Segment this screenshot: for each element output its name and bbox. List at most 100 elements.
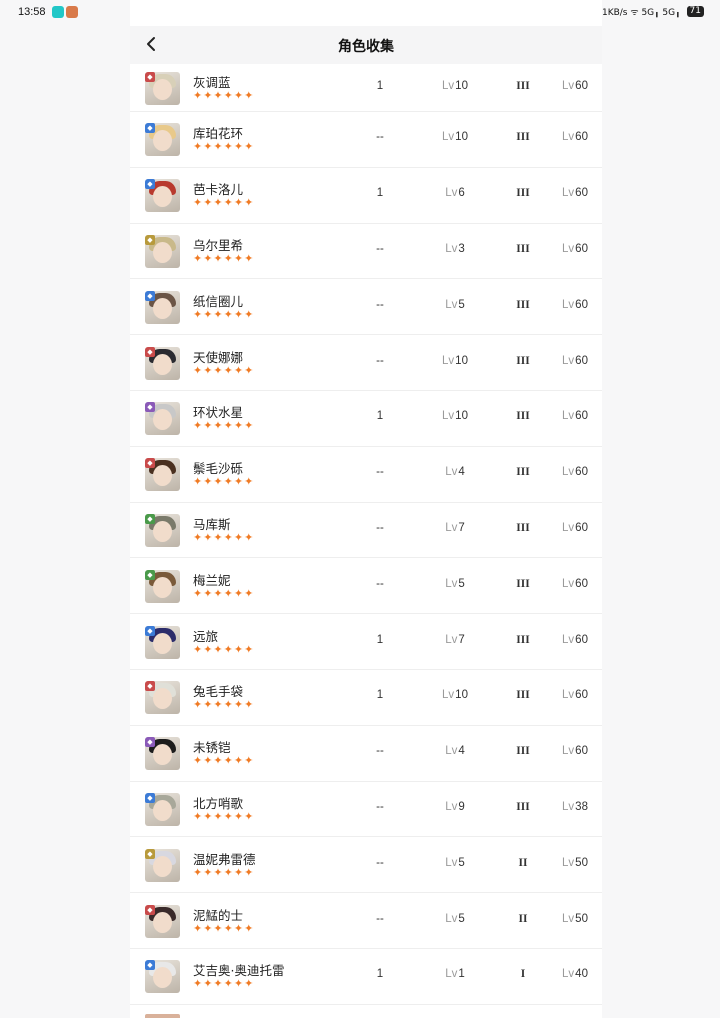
- lv-prefix: Lv: [562, 298, 575, 311]
- character-row[interactable]: ◆ 艾吉奥·奥迪托雷 ✦✦✦✦✦✦ 1 Lv1 I Lv40: [130, 949, 602, 1005]
- avatar-face: [153, 130, 172, 152]
- count-value: --: [376, 577, 384, 590]
- max-level-number: 60: [575, 298, 588, 311]
- rank-value: III: [516, 521, 530, 534]
- rank-value: III: [516, 242, 530, 255]
- count-value: --: [376, 745, 384, 758]
- class-icon: ◆: [145, 625, 155, 636]
- character-row[interactable]: ◆ 泥鯭的士 ✦✦✦✦✦✦ -- Lv5 II Lv50: [130, 893, 602, 949]
- app-notification-icon: [52, 6, 64, 18]
- character-row[interactable]: ◆ 鬃毛沙砾 ✦✦✦✦✦✦ -- Lv4 III Lv60: [130, 447, 602, 503]
- avatar-face: [153, 911, 172, 933]
- rank-value: III: [516, 689, 530, 702]
- character-row[interactable]: ◆ 北方哨歌 ✦✦✦✦✦✦ -- Lv9 III Lv38: [130, 782, 602, 838]
- lv-prefix: Lv: [562, 187, 575, 200]
- max-level-number: 60: [575, 79, 588, 92]
- lv-prefix: Lv: [562, 912, 575, 925]
- avatar-face: [153, 576, 172, 598]
- class-icon: ◆: [145, 569, 155, 580]
- lv-prefix: Lv: [562, 689, 575, 702]
- max-level-value: Lv60: [550, 80, 600, 92]
- character-row[interactable]: ◆ 芭卡洛儿 ✦✦✦✦✦✦ 1 Lv6 III Lv60: [130, 168, 602, 224]
- lv-prefix: Lv: [445, 912, 458, 925]
- lv-prefix: Lv: [562, 79, 575, 92]
- star-rating: ✦✦✦✦✦✦: [193, 363, 255, 377]
- character-avatar: ◆: [145, 904, 180, 938]
- star-rating: ✦✦✦✦✦✦: [193, 754, 255, 768]
- level-value: Lv5: [430, 578, 480, 590]
- character-row[interactable]: ◆ 温妮弗雷德 ✦✦✦✦✦✦ -- Lv5 II Lv50: [130, 837, 602, 894]
- character-avatar: ◆: [145, 123, 180, 157]
- character-row[interactable]: ◆ 天使娜娜 ✦✦✦✦✦✦ -- Lv10 III Lv60: [130, 335, 602, 391]
- avatar-face: [153, 632, 172, 654]
- star-rating: ✦✦✦✦✦✦: [193, 419, 255, 433]
- count-value: --: [376, 521, 384, 534]
- rank-value: III: [516, 577, 530, 590]
- level-number: 6: [458, 187, 465, 200]
- count-value: 1: [376, 187, 384, 200]
- max-level-value: Lv60: [550, 578, 600, 590]
- lv-prefix: Lv: [442, 131, 455, 144]
- character-row[interactable]: ◆ 乌尔里希 ✦✦✦✦✦✦ -- Lv3 III Lv60: [130, 224, 602, 280]
- level-value: Lv10: [430, 355, 480, 367]
- max-level-number: 60: [575, 131, 588, 144]
- character-avatar: ◆: [145, 848, 180, 882]
- character-row[interactable]: ◆ 灰调蓝 ✦✦✦✦✦✦ 1 Lv10 III Lv60: [130, 64, 602, 112]
- max-level-number: 38: [575, 800, 588, 813]
- class-icon: ◆: [145, 234, 155, 245]
- star-rating: ✦✦✦✦✦✦: [193, 642, 255, 656]
- max-level-number: 60: [575, 745, 588, 758]
- star-rating: ✦✦✦✦✦✦: [193, 251, 255, 265]
- max-level-number: 60: [575, 633, 588, 646]
- lv-prefix: Lv: [562, 354, 575, 367]
- star-rating: ✦✦✦✦✦✦: [193, 307, 255, 321]
- status-time: 13:58: [18, 6, 46, 18]
- count-value: --: [376, 466, 384, 479]
- max-level-value: Lv60: [550, 745, 600, 757]
- character-row[interactable]: ◆ 兔毛手袋 ✦✦✦✦✦✦ 1 Lv10 III Lv60: [130, 670, 602, 726]
- app-notification-icon: [66, 6, 78, 18]
- max-level-value: Lv60: [550, 355, 600, 367]
- character-avatar: ◆: [145, 346, 180, 380]
- character-row[interactable]: ◆ 马库斯 ✦✦✦✦✦✦ -- Lv7 III Lv60: [130, 503, 602, 559]
- level-number: 7: [458, 521, 465, 534]
- max-level-value: Lv60: [550, 634, 600, 646]
- character-avatar: ◆: [145, 625, 180, 659]
- lv-prefix: Lv: [445, 800, 458, 813]
- class-icon: ◆: [145, 123, 155, 134]
- max-level-value: Lv60: [550, 466, 600, 478]
- avatar-face: [153, 297, 172, 319]
- level-number: 5: [458, 912, 465, 925]
- character-row[interactable]: ◆ 纸信圈儿 ✦✦✦✦✦✦ -- Lv5 III Lv60: [130, 279, 602, 336]
- class-icon: ◆: [145, 458, 155, 469]
- class-icon: ◆: [145, 402, 155, 413]
- star-rating: ✦✦✦✦✦✦: [193, 475, 255, 489]
- lv-prefix: Lv: [562, 242, 575, 255]
- max-level-value: Lv60: [550, 689, 600, 701]
- lv-prefix: Lv: [562, 800, 575, 813]
- count-value: --: [376, 298, 384, 311]
- character-row[interactable]: ◆ 环状水星 ✦✦✦✦✦✦ 1 Lv10 III Lv60: [130, 391, 602, 447]
- max-level-number: 50: [575, 912, 588, 925]
- level-number: 3: [458, 242, 465, 255]
- lv-prefix: Lv: [445, 242, 458, 255]
- max-level-value: Lv60: [550, 522, 600, 534]
- level-value: Lv3: [430, 243, 480, 255]
- class-icon: ◆: [145, 792, 155, 803]
- max-level-value: Lv60: [550, 410, 600, 422]
- level-value: Lv5: [430, 857, 480, 869]
- rank-value: III: [516, 633, 530, 646]
- level-number: 10: [455, 131, 468, 144]
- character-row[interactable]: ◆ 未锈铠 ✦✦✦✦✦✦ -- Lv4 III Lv60: [130, 726, 602, 782]
- character-collection-panel: 角色收集 ◆ 灰调蓝 ✦✦✦✦✦✦ 1 Lv10 III Lv60 ◆ 库珀花环 ✦✦✦✦✦✦ --…: [130, 0, 602, 1018]
- character-row[interactable]: ◆ 梅兰妮 ✦✦✦✦✦✦ -- Lv5 III Lv60: [130, 558, 602, 615]
- lv-prefix: Lv: [562, 745, 575, 758]
- character-row[interactable]: ◆ 库珀花环 ✦✦✦✦✦✦ -- Lv10 III Lv60: [130, 112, 602, 168]
- star-rating: ✦✦✦✦✦✦: [193, 196, 255, 210]
- rank-value: III: [516, 298, 530, 311]
- max-level-number: 60: [575, 187, 588, 200]
- next-avatar-peek: [145, 1014, 180, 1018]
- character-row[interactable]: ◆ 远旅 ✦✦✦✦✦✦ 1 Lv7 III Lv60: [130, 614, 602, 670]
- rank-value: I: [520, 968, 526, 981]
- count-value: 1: [376, 633, 384, 646]
